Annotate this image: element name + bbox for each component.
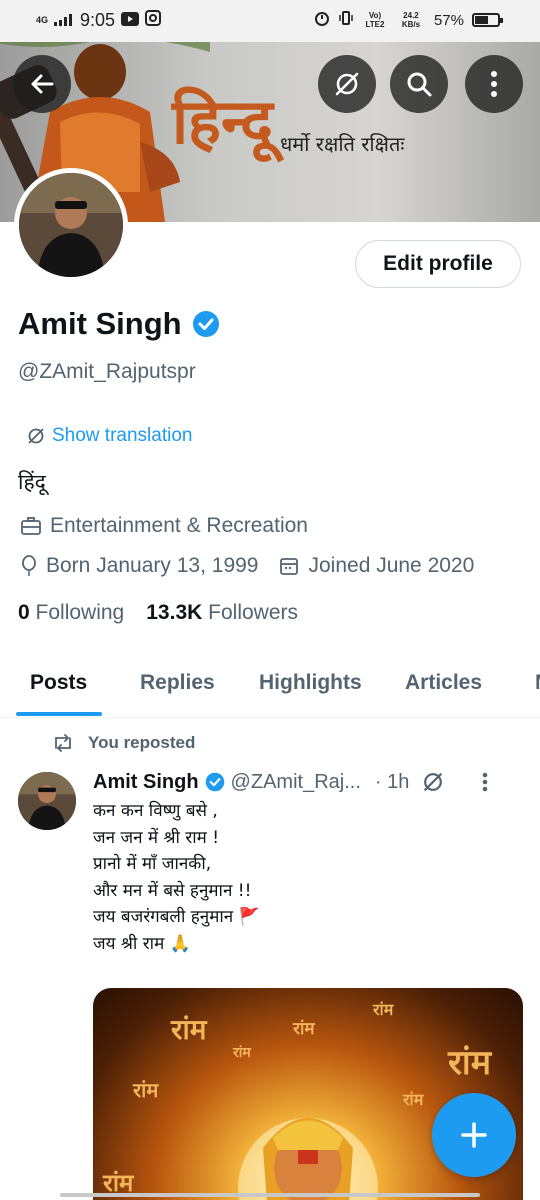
profile-name: Amit Singh	[18, 306, 182, 341]
post-author-handle: @ZAmit_Raj...	[230, 770, 361, 793]
followers-label: Followers	[208, 601, 298, 624]
tab-replies[interactable]: Replies	[140, 671, 215, 695]
post-line: कन कन विष्णु बसे ,	[93, 801, 218, 821]
post-line: प्रानो में माँ जानकी,	[93, 854, 212, 874]
more-options-button[interactable]	[465, 55, 523, 113]
tab-media[interactable]: M	[535, 671, 540, 695]
profile-avatar[interactable]	[14, 168, 128, 282]
post-line: जय श्री राम 🙏	[93, 933, 191, 954]
active-tab-indicator	[16, 712, 102, 716]
battery-fill	[475, 16, 488, 24]
post-line: जय बजरंगबली हनुमान 🚩	[93, 907, 260, 927]
following-label: Following	[35, 601, 125, 624]
battery-percent: 57%	[433, 11, 464, 29]
globe-slash-icon	[335, 72, 359, 96]
show-translation-label: Show translation	[52, 425, 193, 446]
camera-icon	[145, 10, 162, 31]
tab-posts[interactable]: Posts	[30, 671, 87, 695]
youtube-icon	[121, 11, 140, 31]
more-vertical-icon[interactable]	[481, 771, 489, 793]
alarm-icon	[314, 10, 330, 30]
signal-icon	[54, 11, 74, 31]
profile-name-row: Amit Singh	[18, 306, 220, 342]
arrow-left-icon	[31, 74, 54, 94]
battery-icon	[472, 13, 503, 27]
follow-stats: 0 Following 13.3K Followers	[18, 601, 298, 625]
following-link[interactable]: 0 Following	[18, 601, 124, 625]
network-speed: 24.2 KB/s	[401, 11, 421, 29]
translate-button[interactable]	[318, 55, 376, 113]
verified-badge-icon[interactable]	[192, 310, 220, 338]
tab-articles[interactable]: Articles	[405, 671, 482, 695]
profile-birthdate: Born January 13, 1999	[46, 554, 259, 577]
post-line: और मन में बसे हनुमान !!	[93, 880, 252, 901]
verified-badge-icon	[205, 772, 224, 792]
lte-indicator: Vo) LTE2	[365, 11, 385, 29]
search-button[interactable]	[390, 55, 448, 113]
back-button[interactable]	[13, 55, 71, 113]
plus-icon	[461, 1122, 487, 1148]
balloon-icon	[22, 555, 36, 576]
vibrate-icon	[338, 10, 354, 30]
avatar-photo	[19, 173, 123, 277]
profile-joined-date: Joined June 2020	[308, 554, 475, 577]
more-vertical-icon	[491, 71, 497, 97]
repost-label: You reposted	[88, 733, 196, 752]
following-count: 0	[18, 601, 30, 624]
profile-category-row: Entertainment & Recreation	[20, 514, 308, 538]
repost-icon	[55, 734, 71, 752]
search-icon	[407, 72, 432, 97]
compose-post-button[interactable]	[432, 1093, 516, 1177]
post-author-avatar[interactable]	[18, 772, 76, 830]
profile-handle: @ZAmit_Rajputspr	[18, 360, 196, 383]
globe-slash-icon[interactable]	[421, 770, 445, 794]
edit-profile-button[interactable]: Edit profile	[355, 240, 521, 288]
profile-category: Entertainment & Recreation	[50, 514, 308, 537]
clock: 9:05	[80, 10, 116, 30]
network-type: 4G	[36, 15, 49, 25]
globe-slash-icon	[28, 428, 44, 444]
followers-count: 13.3K	[146, 601, 203, 624]
repost-indicator: You reposted	[52, 733, 195, 753]
show-translation-link[interactable]: Show translation	[26, 425, 192, 447]
post-time: · 1h	[374, 770, 410, 793]
banner-subtitle: धर्मो रक्षति रक्षितः	[280, 132, 405, 156]
calendar-icon	[280, 558, 299, 575]
post-header: Amit Singh @ZAmit_Raj... · 1h	[93, 770, 489, 794]
post-line: जन जन में श्री राम !	[93, 827, 220, 848]
gesture-navigation-bar[interactable]	[60, 1193, 480, 1197]
tab-highlights[interactable]: Highlights	[259, 671, 362, 695]
profile-tabs: Posts Replies Highlights Articles M	[0, 656, 540, 718]
avatar-photo	[18, 772, 76, 830]
profile-bio: हिंदू	[18, 471, 46, 494]
profile-dates-row: Born January 13, 1999 Joined June 2020	[20, 554, 474, 578]
post-text: कन कन विष्णु बसे , जन जन में श्री राम ! …	[93, 798, 260, 957]
followers-link[interactable]: 13.3K Followers	[146, 601, 298, 625]
status-bar: 4G 9:05 Vo) LTE2 24.2 KB/s 57%	[0, 0, 540, 42]
briefcase-icon	[21, 517, 41, 535]
banner-title: हिन्दू	[172, 85, 274, 158]
post-author-name[interactable]: Amit Singh	[93, 771, 199, 794]
